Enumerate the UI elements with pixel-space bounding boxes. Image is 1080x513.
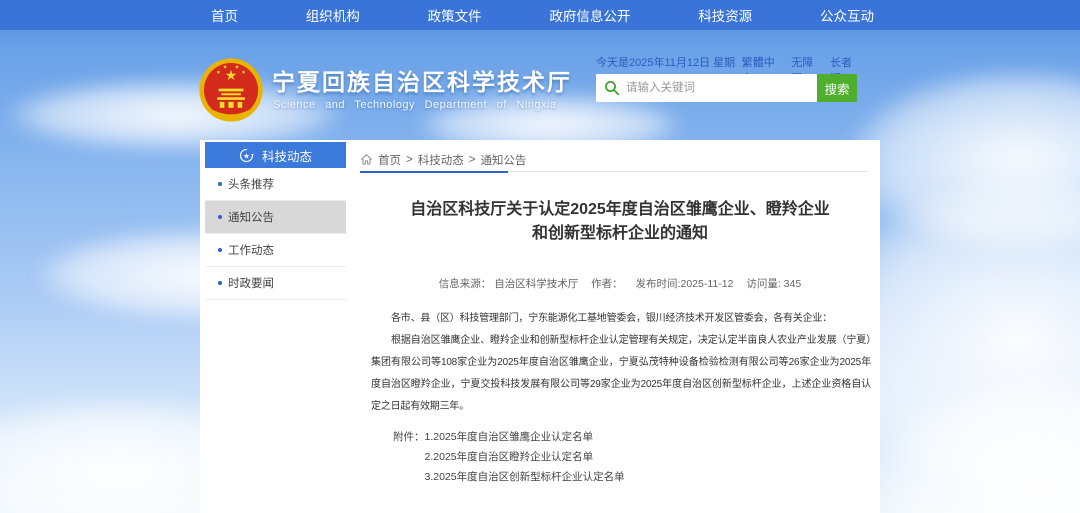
- attachments-block: 附件： 1.2025年度自治区雏鹰企业认定名单 2.2025年度自治区瞪羚企业认…: [393, 427, 625, 487]
- bullet-dot-icon: [218, 248, 222, 252]
- breadcrumb-notices[interactable]: 通知公告: [480, 152, 526, 168]
- site-subtitle: Science and Technology Department of Nin…: [273, 99, 557, 111]
- breadcrumb-tech-news[interactable]: 科技动态: [418, 152, 464, 168]
- breadcrumb-separator: >: [406, 154, 413, 166]
- meta-publish-date: 发布时间:2025-11-12: [636, 278, 734, 290]
- star-badge-icon: [239, 148, 254, 163]
- sidebar-item-notices[interactable]: 通知公告: [205, 201, 346, 234]
- national-emblem-icon[interactable]: [198, 56, 264, 124]
- breadcrumb-accent-bar: [360, 171, 508, 173]
- bullet-dot-icon: [218, 281, 222, 285]
- nav-item-organization[interactable]: 组织机构: [300, 5, 366, 25]
- attachments-list: 1.2025年度自治区雏鹰企业认定名单 2.2025年度自治区瞪羚企业认定名单 …: [425, 427, 625, 487]
- content-wrapper: 科技动态 头条推荐 通知公告 工作动态 时政要闻: [200, 140, 880, 513]
- meta-visits: 访问量: 345: [746, 278, 801, 290]
- attachments-label: 附件：: [393, 427, 425, 487]
- article-paragraph: 各市、县（区）科技管理部门，宁东能源化工基地管委会，银川经济技术开发区管委会，各…: [371, 308, 871, 330]
- page: 首页 组织机构 政策文件 政府信息公开 科技资源 公众互动 宁夏回族自治区科学技…: [0, 0, 1080, 513]
- article-title: 自治区科技厅关于认定2025年度自治区雏鹰企业、瞪羚企业 和创新型标杆企业的通知: [370, 198, 870, 246]
- search-button[interactable]: 搜索: [817, 74, 857, 102]
- nav-item-gov-info-disclosure[interactable]: 政府信息公开: [543, 5, 636, 25]
- breadcrumb: 首页 > 科技动态 > 通知公告: [360, 148, 868, 172]
- breadcrumb-home[interactable]: 首页: [378, 152, 401, 168]
- sidebar-item-label: 时政要闻: [228, 275, 274, 291]
- attachment-link-1[interactable]: 1.2025年度自治区雏鹰企业认定名单: [425, 427, 625, 447]
- sidebar: 科技动态 头条推荐 通知公告 工作动态 时政要闻: [205, 142, 346, 300]
- site-title[interactable]: 宁夏回族自治区科学技术厅: [272, 63, 572, 97]
- sidebar-item-current-politics[interactable]: 时政要闻: [205, 267, 346, 300]
- article-title-line1: 自治区科技厅关于认定2025年度自治区雏鹰企业、瞪羚企业: [370, 198, 870, 222]
- sidebar-header: 科技动态: [205, 142, 346, 168]
- nav-item-home[interactable]: 首页: [205, 5, 244, 25]
- article-meta: 信息来源： 自治区科学技术厅 作者： 发布时间:2025-11-12 访问量: …: [360, 276, 880, 291]
- article-title-line2: 和创新型标杆企业的通知: [370, 222, 870, 246]
- sidebar-item-label: 头条推荐: [228, 176, 274, 192]
- breadcrumb-separator: >: [469, 154, 476, 166]
- bullet-dot-icon: [218, 182, 222, 186]
- nav-item-tech-resources[interactable]: 科技资源: [692, 5, 758, 25]
- sidebar-title: 科技动态: [262, 146, 312, 165]
- top-nav-items: 首页 组织机构 政策文件 政府信息公开 科技资源 公众互动: [205, 0, 880, 30]
- article-paragraph: 根据自治区雏鹰企业、瞪羚企业和创新型标杆企业认定管理有关规定，决定认定半亩良人农…: [371, 330, 871, 418]
- home-icon: [360, 153, 373, 166]
- attachment-link-3[interactable]: 3.2025年度自治区创新型标杆企业认定名单: [425, 467, 625, 487]
- nav-item-policy-documents[interactable]: 政策文件: [422, 5, 488, 25]
- search-input[interactable]: [596, 74, 817, 102]
- article-body: 各市、县（区）科技管理部门，宁东能源化工基地管委会，银川经济技术开发区管委会，各…: [371, 308, 871, 418]
- meta-author: 作者：: [591, 278, 623, 290]
- bullet-dot-icon: [218, 215, 222, 219]
- sidebar-item-label: 工作动态: [228, 242, 274, 258]
- meta-source: 信息来源： 自治区科学技术厅: [439, 278, 578, 290]
- sidebar-item-label: 通知公告: [228, 209, 274, 225]
- nav-item-public-interaction[interactable]: 公众互动: [814, 5, 880, 25]
- attachment-link-2[interactable]: 2.2025年度自治区瞪羚企业认定名单: [425, 447, 625, 467]
- top-nav-bar: 首页 组织机构 政策文件 政府信息公开 科技资源 公众互动: [0, 0, 1080, 30]
- sidebar-item-headline-recommend[interactable]: 头条推荐: [205, 168, 346, 201]
- sidebar-item-work-trends[interactable]: 工作动态: [205, 234, 346, 267]
